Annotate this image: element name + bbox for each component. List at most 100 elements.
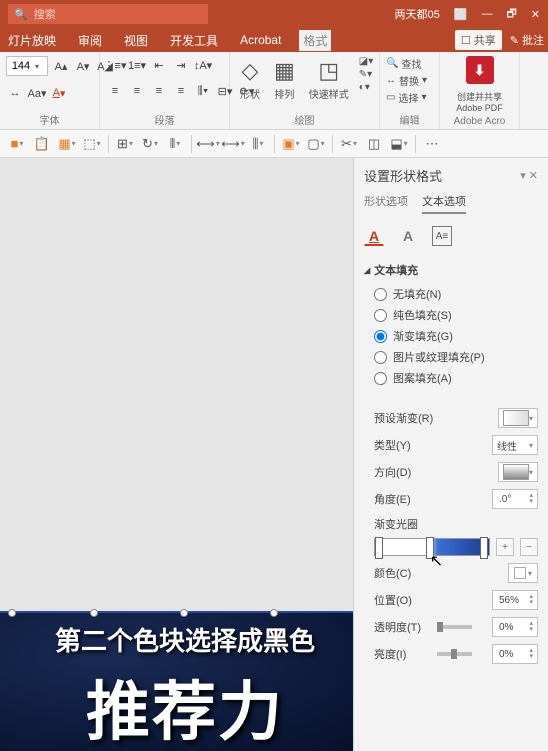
selection-handle[interactable] [180,609,188,617]
section-text-fill[interactable]: 文本填充 [364,262,538,278]
tab-format[interactable]: 格式 [299,30,331,51]
overlay-caption: 第二个色块选择成黑色 推荐力 [0,611,353,751]
pane-close-button[interactable]: ▾ ✕ [520,169,538,182]
shape-outline-button[interactable]: ✎▾ [359,69,373,80]
selection-handle[interactable] [270,609,278,617]
radio-gradient-fill[interactable]: 渐变填充(G) [374,328,538,344]
shapes-icon: ◇ [242,58,259,84]
add-stop-button[interactable]: + [496,538,514,556]
tb-width[interactable]: ⟷ [197,133,219,155]
tb-group2[interactable]: ⬚ [81,133,103,155]
tab-acrobat[interactable]: Acrobat [236,31,285,49]
share-button[interactable]: ☐ 共享 [455,30,502,50]
tab-slideshow[interactable]: 灯片放映 [4,30,60,51]
adobe-pdf-icon[interactable]: ⬇ [466,56,494,84]
arrange-button[interactable]: ▦ 排列 [270,56,299,103]
decrease-font-icon[interactable]: A▾ [74,57,92,75]
tab-developer[interactable]: 开发工具 [166,30,222,51]
tb-backward[interactable]: ▢ [305,133,327,155]
angle-spinner[interactable]: .0°▴▾ [492,489,538,509]
win-btn[interactable]: ⬜ [454,8,468,21]
selection-handle[interactable] [8,609,16,617]
tb-merge[interactable]: ◫ [363,133,385,155]
shapes-button[interactable]: ◇ 形状 [236,56,264,103]
gradient-direction-dropdown[interactable] [498,462,538,482]
close-icon[interactable]: ✕ [531,8,540,21]
tb-size[interactable]: ⫼ [247,133,269,155]
columns-icon[interactable]: ⫼▾ [194,82,212,100]
tab-review[interactable]: 审阅 [74,30,106,51]
transparency-slider[interactable] [437,625,472,629]
quickstyle-button[interactable]: ◳ 快速样式 [305,56,353,103]
annotate-button[interactable]: ✎ 批注 [510,32,544,48]
stop-color-dropdown[interactable] [508,563,538,583]
transparency-spinner[interactable]: 0%▴▾ [492,617,538,637]
preset-gradient-dropdown[interactable] [498,408,538,428]
gradient-stop[interactable] [480,537,488,559]
font-color-icon[interactable]: A▾ [50,84,68,102]
radio-solid-fill[interactable]: 纯色填充(S) [374,307,538,323]
find-button[interactable]: 🔍 查找 [386,56,427,71]
adobe-label: 创建并共享 Adobe PDF [456,90,503,113]
gradient-stop[interactable] [375,537,383,559]
gradient-stop[interactable] [426,537,434,559]
text-effects-tab-icon[interactable]: A [398,226,418,246]
tb-paste-icon[interactable]: 📋 [31,133,53,155]
font-size-input[interactable]: ▾ [6,56,48,76]
remove-stop-button[interactable]: − [520,538,538,556]
tab-view[interactable]: 视图 [120,30,152,51]
align-left-icon[interactable]: ≡ [106,82,124,100]
quickstyle-icon: ◳ [318,58,339,84]
search-box[interactable]: 🔍 搜索 [8,4,208,24]
tb-height[interactable]: ⟷ [222,133,244,155]
label-transparency: 透明度(T) [374,619,429,635]
brightness-slider[interactable] [437,652,472,656]
selection-handle[interactable] [90,609,98,617]
position-spinner[interactable]: 56%▴▾ [492,590,538,610]
gradient-stops-bar[interactable]: ↖ [374,538,490,556]
tb-crop[interactable]: ✂ [338,133,360,155]
select-button[interactable]: ▭ 选择▾ [386,90,427,105]
radio-no-fill[interactable]: 无填充(N) [374,286,538,302]
search-icon: 🔍 [14,8,28,21]
brightness-spinner[interactable]: 0%▴▾ [492,644,538,664]
slide-canvas[interactable]: 第二个色块选择成黑色 推荐力 [0,158,353,751]
caption-line1: 第二个色块选择成黑色 [0,621,353,658]
user-name[interactable]: 两天都05 [394,6,439,22]
label-stops: 渐变光圈 [374,516,442,532]
radio-pattern-fill[interactable]: 图案填充(A) [374,370,538,386]
pane-title: 设置形状格式 [364,166,442,185]
char-spacing-icon[interactable]: ↔ [6,84,24,102]
tb-rotate[interactable]: ↻ [139,133,161,155]
textbox-tab-icon[interactable]: A≡ [432,226,452,246]
tb-distribute[interactable]: ⫴ [164,133,186,155]
tb-color-orange[interactable]: ■ [6,133,28,155]
tab-text-options[interactable]: 文本选项 [422,193,466,214]
minimize-icon[interactable]: — [481,8,492,20]
gradient-type-dropdown[interactable]: 线性 [492,435,538,455]
shape-fill-button[interactable]: ◪▾ [359,56,373,67]
group-font-label: 字体 [6,112,93,127]
shape-effects-button[interactable]: ◐▾ [359,82,373,93]
radio-picture-fill[interactable]: 图片或纹理填充(P) [374,349,538,365]
tb-group1[interactable]: ▦ [56,133,78,155]
text-direction-icon[interactable]: ↕A▾ [194,56,212,74]
text-fill-tab-icon[interactable]: A [364,226,384,246]
numbering-icon[interactable]: 1≡▾ [128,56,146,74]
increase-font-icon[interactable]: A▴ [52,57,70,75]
tb-align[interactable]: ⊞ [114,133,136,155]
case-icon[interactable]: Aa▾ [28,84,46,102]
align-right-icon[interactable]: ≡ [150,82,168,100]
bullets-icon[interactable]: ⋮≡▾ [106,56,124,74]
indent-dec-icon[interactable]: ⇤ [150,56,168,74]
restore-icon[interactable]: 🗗 [506,5,516,24]
tb-split[interactable]: ⬓ [388,133,410,155]
indent-inc-icon[interactable]: ⇥ [172,56,190,74]
tb-more[interactable]: ⋯ [421,133,443,155]
label-angle: 角度(E) [374,491,442,507]
replace-button[interactable]: ↔ 替换▾ [386,73,427,88]
tb-forward[interactable]: ▣ [280,133,302,155]
align-center-icon[interactable]: ≡ [128,82,146,100]
tab-shape-options[interactable]: 形状选项 [364,193,408,214]
justify-icon[interactable]: ≡ [172,82,190,100]
